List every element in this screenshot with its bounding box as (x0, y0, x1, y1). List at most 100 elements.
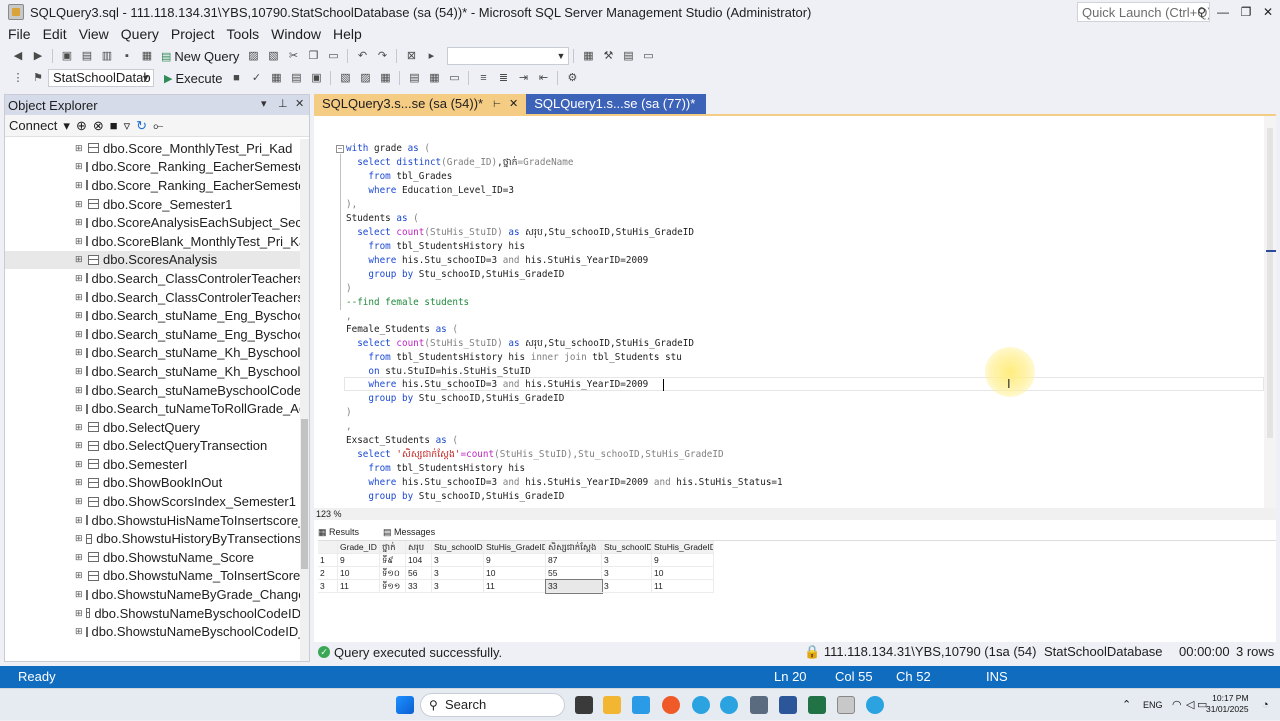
minimize-button[interactable]: — (1214, 3, 1232, 21)
expand-icon[interactable]: ⊞ (75, 552, 85, 563)
tree-item-selected[interactable]: ⊞ dbo.ScoresAnalysis (5, 250, 301, 270)
grid-cell[interactable]: 11 (338, 580, 380, 593)
expand-icon[interactable]: ⊞ (75, 459, 85, 470)
activity-monitor-icon[interactable]: ⟜ (153, 118, 163, 134)
tree-item[interactable]: ⊞ dbo.ShowScorsIndex_Semester1 (5, 492, 301, 511)
menu-view[interactable]: View (73, 24, 115, 44)
tree-item[interactable]: ⊞ dbo.ScoreBlank_MonthlyTest_Pri_Ka (5, 232, 301, 251)
restore-button[interactable]: ❐ (1237, 3, 1255, 21)
column-header[interactable]: សរុប (406, 541, 432, 554)
analysis-query-icon[interactable]: ▧ (266, 49, 280, 63)
menu-window[interactable]: Window (265, 24, 327, 44)
intellisense-icon[interactable]: ▣ (309, 71, 323, 85)
firefox-icon[interactable] (662, 696, 680, 714)
paste-icon[interactable]: ▭ (326, 49, 340, 63)
expand-icon[interactable]: ⊞ (75, 515, 83, 526)
grid-cell[interactable]: 10 (484, 567, 546, 580)
expand-icon[interactable]: ⊞ (75, 292, 83, 303)
tree-item[interactable]: ⊞ dbo.Search_stuNameByschoolCodel (5, 381, 301, 400)
chevron-up-icon[interactable]: ⌃ (1122, 689, 1131, 721)
tree-item[interactable]: ⊞ dbo.Score_Ranking_EacherSemester (5, 158, 301, 177)
parse-icon[interactable]: ✓ (249, 71, 263, 85)
expand-icon[interactable]: ⊞ (75, 161, 83, 172)
expand-icon[interactable]: ⊞ (75, 608, 83, 619)
expand-icon[interactable]: ⊞ (75, 403, 83, 414)
debug-icon[interactable]: ▸ (424, 49, 438, 63)
menu-edit[interactable]: Edit (37, 24, 73, 44)
grid-cell[interactable]: 3 (602, 580, 652, 593)
tree-item[interactable]: ⊞ dbo.Score_MonthlyTest_Pri_Kad (5, 139, 301, 158)
grid-cell[interactable]: 11 (484, 580, 546, 593)
refresh-icon[interactable]: ↻ (136, 118, 147, 134)
column-header[interactable]: Stu_schooID (432, 541, 484, 554)
grid-cell[interactable]: 104 (406, 554, 432, 567)
tab-messages[interactable]: ▤ Messages (383, 527, 447, 538)
open-file-icon[interactable]: ▥ (100, 49, 114, 63)
expand-icon[interactable]: ⊞ (75, 329, 83, 340)
tree-item[interactable]: ⊞ dbo.ShowBookInOut (5, 474, 301, 493)
grid-cell[interactable]: 9 (652, 554, 714, 567)
telegram-icon[interactable] (692, 696, 710, 714)
task-view-icon[interactable] (575, 696, 593, 714)
new-project-icon[interactable]: ▣ (60, 49, 74, 63)
scrollbar-thumb[interactable] (1267, 128, 1273, 438)
client-stats-icon[interactable]: ▦ (378, 71, 392, 85)
close-icon[interactable]: ✕ (509, 94, 518, 114)
outdent-icon[interactable]: ⇤ (536, 71, 550, 85)
grid-cell[interactable]: 3 (432, 554, 484, 567)
tree-item[interactable]: ⊞ dbo.ShowstuName_Score (5, 548, 301, 567)
expand-icon[interactable]: ⊞ (75, 310, 83, 321)
tree-item[interactable]: ⊞ dbo.ScoreAnalysisEachSubject_Secc (5, 213, 301, 232)
available-databases-dropdown[interactable]: StatSchoolDatab ▼ (48, 69, 154, 87)
language-indicator[interactable]: ENG (1143, 689, 1163, 721)
solution-icon[interactable]: ⊠ (404, 49, 418, 63)
include-plan-icon[interactable]: ▧ (338, 71, 352, 85)
comment-icon[interactable]: ≡ (476, 71, 490, 85)
terminal-icon[interactable] (750, 696, 768, 714)
results-to-grid-icon[interactable]: ▦ (427, 71, 441, 85)
editor-vertical-scrollbar[interactable] (1264, 116, 1276, 508)
database-engine-query-icon[interactable]: ▨ (246, 49, 260, 63)
expand-icon[interactable]: ⊞ (75, 199, 85, 210)
row-number[interactable]: 2 (318, 567, 338, 580)
system-clock[interactable]: 10:17 PM 31/01/2025 (1206, 693, 1249, 715)
solution-config-dropdown[interactable]: ▼ (447, 47, 570, 65)
execute-button[interactable]: ▶ Execute (160, 71, 226, 86)
grid-cell[interactable]: 10 (338, 567, 380, 580)
grid-cell[interactable]: 3 (432, 580, 484, 593)
expand-icon[interactable]: ⊞ (75, 589, 83, 600)
window-layout-icon[interactable]: ▭ (641, 49, 655, 63)
column-header[interactable]: Grade_ID (338, 541, 380, 554)
close-icon[interactable]: ✕ (295, 97, 304, 110)
specify-values-icon[interactable]: ⚙ (565, 71, 579, 85)
expand-icon[interactable]: ⊞ (75, 422, 85, 433)
live-stats-icon[interactable]: ▨ (358, 71, 372, 85)
expand-icon[interactable]: ⊞ (75, 273, 83, 284)
display-plan-icon[interactable]: ▦ (269, 71, 283, 85)
collapse-icon[interactable]: − (336, 145, 344, 153)
tree-item[interactable]: ⊞ dbo.ShowstuHistoryByTransections (5, 529, 301, 548)
tree-item[interactable]: ⊞ dbo.SelectQuery (5, 418, 301, 437)
menu-query[interactable]: Query (115, 24, 165, 44)
tools-icon[interactable]: ⚒ (601, 49, 615, 63)
forward-icon[interactable]: ▶ (31, 49, 45, 63)
file-explorer-icon[interactable] (603, 696, 621, 714)
tree-item[interactable]: ⊞ dbo.Search_tuNameToRollGrade_Ac (5, 399, 301, 418)
results-to-text-icon[interactable]: ▤ (407, 71, 421, 85)
menu-tools[interactable]: Tools (220, 24, 265, 44)
quick-launch-input[interactable]: Quick Launch (Ctrl+Q) ⚲ (1077, 2, 1210, 22)
tree-item[interactable]: ⊞ dbo.Score_Semester1 (5, 195, 301, 214)
menu-help[interactable]: Help (327, 24, 368, 44)
expand-icon[interactable]: ⊞ (75, 217, 83, 228)
tree-item[interactable]: ⊞ dbo.Search_ClassControlerTeachers (5, 288, 301, 307)
tab-sqlquery1[interactable]: SQLQuery1.s...se (sa (77))* (526, 94, 707, 114)
telegram-icon[interactable] (866, 696, 884, 714)
tree-item[interactable]: ⊞ dbo.ShowstuHisNameToInsertscore_ (5, 511, 301, 530)
copy-icon[interactable]: ❐ (306, 49, 320, 63)
microsoft-store-icon[interactable] (632, 696, 650, 714)
grid-cell[interactable]: ទី៩ (380, 554, 406, 567)
menu-project[interactable]: Project (165, 24, 221, 44)
grid-cell[interactable]: ទី១០ (380, 567, 406, 580)
grid-cell[interactable]: 87 (546, 554, 602, 567)
tab-sqlquery3[interactable]: SQLQuery3.s...se (sa (54))* ⊢ ✕ (314, 94, 527, 114)
